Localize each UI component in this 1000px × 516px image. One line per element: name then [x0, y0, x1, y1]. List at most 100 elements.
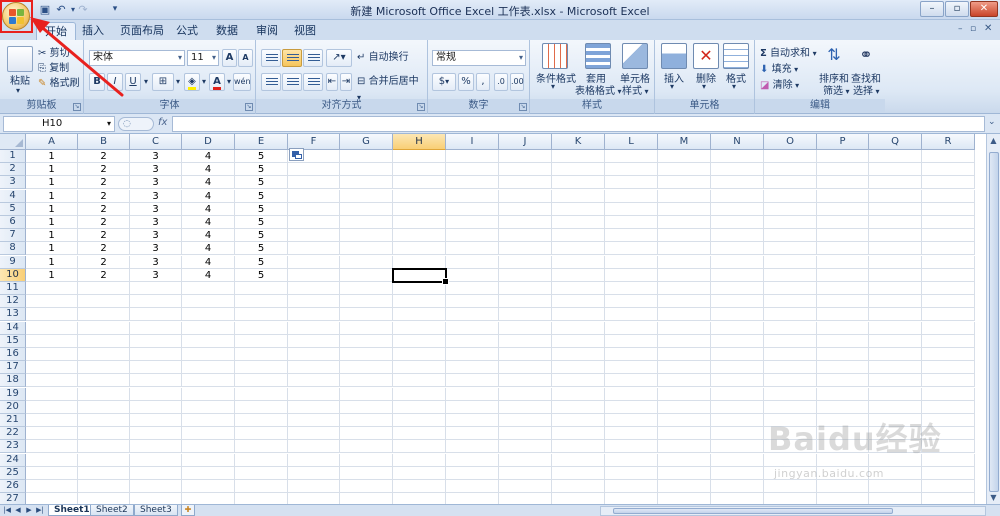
cell-n2[interactable]	[711, 163, 764, 177]
cell-p2[interactable]	[817, 163, 869, 177]
cell-r7[interactable]	[922, 229, 975, 243]
cell-d15[interactable]	[182, 334, 235, 348]
cell-c27[interactable]	[130, 493, 182, 504]
cell-p4[interactable]	[817, 189, 869, 203]
sheet-tab-sheet2[interactable]: Sheet2	[90, 505, 134, 516]
font-name-select[interactable]: 宋体 ▾	[89, 50, 185, 66]
cell-q12[interactable]	[869, 295, 922, 309]
cell-a2[interactable]: 1	[26, 163, 78, 177]
cell-g25[interactable]	[340, 466, 393, 480]
cell-c26[interactable]	[130, 480, 182, 493]
cell-d8[interactable]: 4	[182, 242, 235, 256]
cell-o17[interactable]	[764, 361, 817, 375]
cell-i9[interactable]	[446, 255, 499, 269]
cell-e4[interactable]: 5	[235, 189, 288, 203]
cell-c19[interactable]	[130, 387, 182, 401]
cell-a10[interactable]: 1	[26, 268, 78, 282]
font-color-button[interactable]: A	[209, 73, 225, 91]
cell-o27[interactable]	[764, 493, 817, 504]
cell-a13[interactable]	[26, 308, 78, 322]
cell-j16[interactable]	[499, 348, 552, 361]
cell-h14[interactable]	[393, 321, 446, 335]
cell-o16[interactable]	[764, 348, 817, 361]
column-header-o[interactable]: O	[764, 134, 817, 150]
cell-p12[interactable]	[817, 295, 869, 309]
cell-q2[interactable]	[869, 163, 922, 177]
cell-c14[interactable]	[130, 321, 182, 335]
cell-g19[interactable]	[340, 387, 393, 401]
cell-l26[interactable]	[605, 480, 658, 493]
cell-a25[interactable]	[26, 466, 78, 480]
increase-decimal-button[interactable]: .0	[494, 73, 508, 91]
find-select-label[interactable]: 选择 ▾	[853, 82, 880, 97]
column-header-c[interactable]: C	[130, 134, 182, 150]
cell-j9[interactable]	[499, 255, 552, 269]
cell-e26[interactable]	[235, 480, 288, 493]
cell-d2[interactable]: 4	[182, 163, 235, 177]
cell-b21[interactable]	[78, 414, 130, 427]
cell-h2[interactable]	[393, 163, 446, 177]
horizontal-scroll-thumb[interactable]	[613, 508, 893, 514]
cell-q25[interactable]	[869, 466, 922, 480]
align-middle-button[interactable]	[282, 49, 302, 67]
cell-n27[interactable]	[711, 493, 764, 504]
cell-d25[interactable]	[182, 466, 235, 480]
cell-d7[interactable]: 4	[182, 229, 235, 243]
cell-e7[interactable]: 5	[235, 229, 288, 243]
cell-a9[interactable]: 1	[26, 255, 78, 269]
cell-g3[interactable]	[340, 176, 393, 190]
cell-r9[interactable]	[922, 255, 975, 269]
cell-c8[interactable]: 3	[130, 242, 182, 256]
row-header-18[interactable]: 18	[0, 374, 26, 388]
grow-font-button[interactable]: A	[222, 49, 237, 67]
cell-e12[interactable]	[235, 295, 288, 309]
cell-c21[interactable]	[130, 414, 182, 427]
cell-a22[interactable]	[26, 427, 78, 441]
cell-l8[interactable]	[605, 242, 658, 256]
comma-button[interactable]: ,	[476, 73, 490, 91]
cell-l6[interactable]	[605, 216, 658, 229]
cell-n19[interactable]	[711, 387, 764, 401]
cell-g26[interactable]	[340, 480, 393, 493]
cell-c3[interactable]: 3	[130, 176, 182, 190]
alignment-launcher-icon[interactable]: ↘	[417, 103, 425, 111]
cell-p14[interactable]	[817, 321, 869, 335]
cell-e19[interactable]	[235, 387, 288, 401]
cell-l1[interactable]	[605, 150, 658, 163]
cell-b6[interactable]: 2	[78, 216, 130, 229]
row-header-9[interactable]: 9	[0, 255, 26, 269]
maximize-button[interactable]: ▫	[945, 1, 969, 17]
cell-h27[interactable]	[393, 493, 446, 504]
cell-g2[interactable]	[340, 163, 393, 177]
column-header-j[interactable]: J	[499, 134, 552, 150]
cell-b23[interactable]	[78, 440, 130, 454]
cell-m13[interactable]	[658, 308, 711, 322]
cell-g7[interactable]	[340, 229, 393, 243]
cell-r18[interactable]	[922, 374, 975, 388]
cell-f8[interactable]	[288, 242, 340, 256]
cell-e18[interactable]	[235, 374, 288, 388]
cell-b22[interactable]	[78, 427, 130, 441]
cell-d1[interactable]: 4	[182, 150, 235, 163]
cell-q14[interactable]	[869, 321, 922, 335]
column-header-n[interactable]: N	[711, 134, 764, 150]
cell-c10[interactable]: 3	[130, 268, 182, 282]
cell-h1[interactable]	[393, 150, 446, 163]
cell-p24[interactable]	[817, 453, 869, 467]
tab-view[interactable]: 视图	[286, 22, 324, 40]
paste-options-icon[interactable]	[289, 148, 304, 161]
cell-i16[interactable]	[446, 348, 499, 361]
cell-f25[interactable]	[288, 466, 340, 480]
first-sheet-icon[interactable]: |◀	[2, 505, 12, 516]
cell-l22[interactable]	[605, 427, 658, 441]
cell-o21[interactable]	[764, 414, 817, 427]
cell-i7[interactable]	[446, 229, 499, 243]
cell-j7[interactable]	[499, 229, 552, 243]
cell-j24[interactable]	[499, 453, 552, 467]
cell-m3[interactable]	[658, 176, 711, 190]
cell-a8[interactable]: 1	[26, 242, 78, 256]
cell-h26[interactable]	[393, 480, 446, 493]
cell-e11[interactable]	[235, 282, 288, 295]
font-color-dropdown-icon[interactable]: ▾	[225, 73, 233, 91]
cell-m23[interactable]	[658, 440, 711, 454]
